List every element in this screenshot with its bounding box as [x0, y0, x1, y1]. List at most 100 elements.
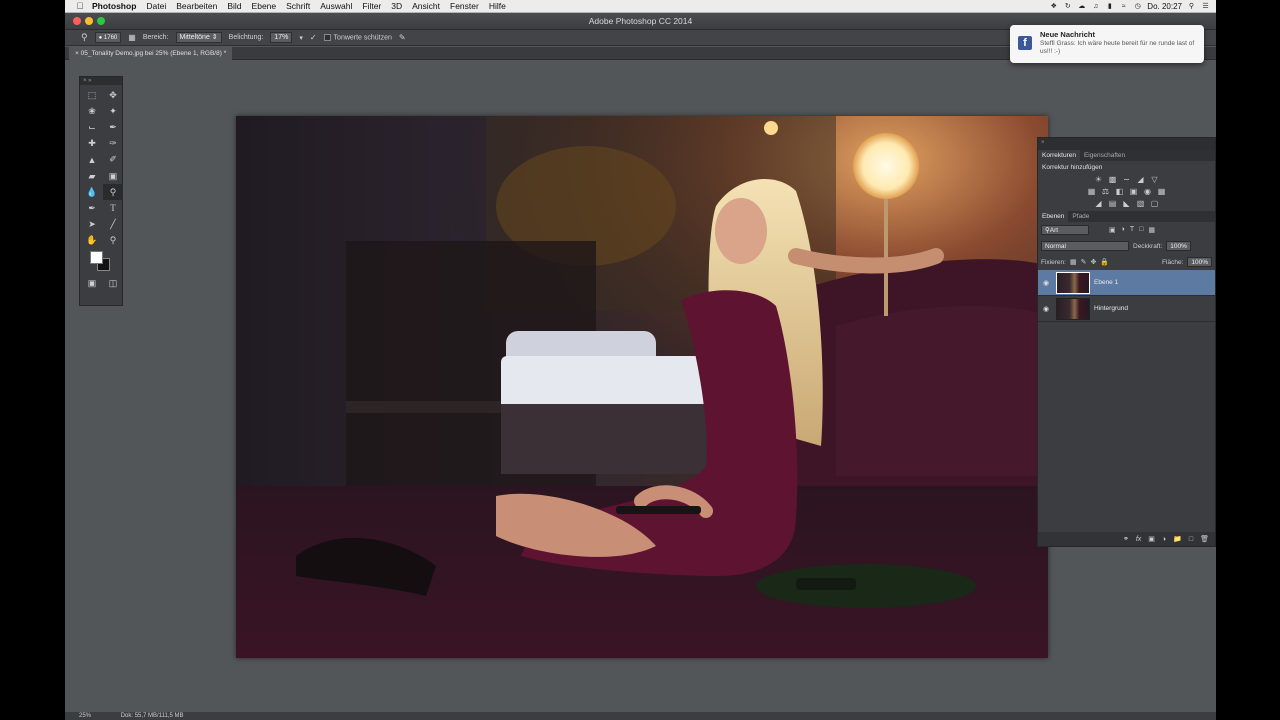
- menu-datei[interactable]: Datei: [141, 1, 171, 11]
- invert-icon[interactable]: ◢: [1094, 199, 1103, 208]
- airbrush-icon[interactable]: ✓: [310, 33, 317, 42]
- crop-tool-icon[interactable]: ⌙: [82, 119, 102, 135]
- panel-close-icon[interactable]: ×: [1038, 138, 1045, 150]
- marquee-tool-icon[interactable]: ⬚: [82, 87, 102, 103]
- tab-eigenschaften[interactable]: Eigenschaften: [1080, 150, 1129, 161]
- pen-tool-icon[interactable]: ✒: [82, 200, 102, 216]
- filter-adjustment-icon[interactable]: ◑: [1121, 226, 1125, 234]
- tab-korrekturen[interactable]: Korrekturen: [1038, 150, 1080, 161]
- notification-center-icon[interactable]: ☰: [1201, 2, 1210, 11]
- brush-preset-picker[interactable]: ● 1760: [94, 32, 122, 43]
- clock[interactable]: Do. 20:27: [1147, 2, 1182, 11]
- lock-pixels-icon[interactable]: ✎: [1081, 258, 1087, 266]
- exposure-icon[interactable]: ◢: [1136, 175, 1145, 184]
- eraser-tool-icon[interactable]: ▰: [82, 168, 102, 184]
- hand-tool-icon[interactable]: ✋: [82, 233, 102, 249]
- exposure-input[interactable]: 17%: [270, 32, 293, 43]
- menu-ebene[interactable]: Ebene: [247, 1, 282, 11]
- curves-icon[interactable]: ∼: [1122, 175, 1131, 184]
- color-lookup-icon[interactable]: ▦: [1157, 187, 1166, 196]
- zoom-tool-icon[interactable]: ⚲: [103, 233, 123, 249]
- black-white-icon[interactable]: ◧: [1115, 187, 1124, 196]
- move-tool-icon[interactable]: ✥: [103, 87, 123, 103]
- menu-hilfe[interactable]: Hilfe: [484, 1, 511, 11]
- tools-panel-header[interactable]: × »: [80, 77, 122, 85]
- tab-ebenen[interactable]: Ebenen: [1038, 211, 1069, 222]
- type-tool-icon[interactable]: T: [103, 200, 123, 216]
- line-tool-icon[interactable]: ╱: [103, 217, 123, 233]
- filter-pixel-icon[interactable]: ▣: [1109, 226, 1116, 234]
- layer-visibility-eye-icon[interactable]: ◉: [1038, 305, 1054, 313]
- dodge-tool-icon[interactable]: ⚲: [103, 184, 123, 201]
- dodge-tool-icon[interactable]: ⚲: [81, 32, 88, 43]
- menu-3d[interactable]: 3D: [386, 1, 407, 11]
- menu-bearbeiten[interactable]: Bearbeiten: [171, 1, 222, 11]
- fill-input[interactable]: 100%: [1187, 257, 1212, 267]
- lock-all-icon[interactable]: 🔒: [1100, 258, 1109, 266]
- document-canvas[interactable]: [236, 116, 1048, 658]
- menu-fenster[interactable]: Fenster: [445, 1, 484, 11]
- lock-position-icon[interactable]: ✥: [1090, 258, 1096, 266]
- menu-filter[interactable]: Filter: [357, 1, 386, 11]
- quick-mask-icon[interactable]: ▣: [82, 277, 102, 291]
- new-adjustment-layer-icon[interactable]: ◑: [1162, 536, 1166, 543]
- healing-brush-tool-icon[interactable]: ✚: [82, 136, 102, 152]
- gradient-tool-icon[interactable]: ▣: [103, 168, 123, 184]
- brightness-contrast-icon[interactable]: ☀: [1094, 175, 1103, 184]
- wifi-icon[interactable]: ≈: [1119, 2, 1128, 11]
- tab-pfade[interactable]: Pfade: [1068, 211, 1093, 222]
- blur-tool-icon[interactable]: 💧: [82, 184, 102, 200]
- add-mask-icon[interactable]: ▣: [1148, 535, 1155, 543]
- hue-saturation-icon[interactable]: ▦: [1087, 187, 1096, 196]
- brush-panel-icon[interactable]: ▦: [128, 33, 136, 42]
- notification-banner[interactable]: f Neue Nachricht Steffi Grass: Ich wäre …: [1010, 25, 1204, 63]
- layer-filter-select[interactable]: ⚲Art: [1041, 225, 1089, 235]
- layer-row-hintergrund[interactable]: ◉ Hintergrund: [1038, 296, 1215, 322]
- quick-selection-tool-icon[interactable]: ✦: [103, 103, 123, 119]
- layer-row-ebene-1[interactable]: ◉ Ebene 1: [1038, 270, 1215, 296]
- layer-style-icon[interactable]: fx: [1136, 536, 1141, 543]
- filter-type-icon[interactable]: T: [1130, 226, 1134, 234]
- layer-visibility-eye-icon[interactable]: ◉: [1038, 279, 1054, 287]
- new-layer-icon[interactable]: □: [1189, 536, 1193, 543]
- threshold-icon[interactable]: ◣: [1122, 199, 1131, 208]
- volume-icon[interactable]: ♫: [1091, 2, 1100, 11]
- pressure-icon[interactable]: ✎: [399, 33, 406, 42]
- menu-ansicht[interactable]: Ansicht: [407, 1, 445, 11]
- vibrance-icon[interactable]: ▽: [1150, 175, 1159, 184]
- path-selection-tool-icon[interactable]: ➤: [82, 217, 102, 233]
- clone-stamp-tool-icon[interactable]: ▲: [82, 152, 102, 168]
- link-layers-icon[interactable]: ⚭: [1123, 535, 1129, 543]
- gradient-map-icon[interactable]: ▢: [1150, 199, 1159, 208]
- time-machine-icon[interactable]: ◷: [1133, 2, 1142, 11]
- range-select[interactable]: Mitteltöne ⇕: [175, 32, 222, 43]
- opacity-input[interactable]: 100%: [1166, 241, 1191, 251]
- menu-auswahl[interactable]: Auswahl: [315, 1, 357, 11]
- selective-color-icon[interactable]: ▧: [1136, 199, 1145, 208]
- zoom-level[interactable]: 25%: [79, 713, 91, 719]
- filter-shape-icon[interactable]: □: [1139, 226, 1143, 234]
- new-group-icon[interactable]: 📁: [1173, 535, 1182, 543]
- brush-tool-icon[interactable]: ✑: [103, 136, 123, 152]
- lasso-tool-icon[interactable]: ❀: [82, 103, 102, 119]
- channel-mixer-icon[interactable]: ◉: [1143, 187, 1152, 196]
- blend-mode-select[interactable]: Normal: [1041, 241, 1129, 251]
- cloud-icon[interactable]: ☁: [1077, 2, 1086, 11]
- exposure-dropdown-icon[interactable]: ▾: [299, 34, 303, 42]
- protect-tones-checkbox[interactable]: Tonwerte schützen: [323, 33, 392, 41]
- screen-mode-icon[interactable]: ◫: [103, 277, 123, 291]
- menu-app[interactable]: Photoshop: [87, 1, 141, 11]
- lock-transparent-icon[interactable]: ▦: [1070, 258, 1077, 266]
- color-balance-icon[interactable]: ⚖: [1101, 187, 1110, 196]
- menu-bild[interactable]: Bild: [222, 1, 246, 11]
- history-brush-tool-icon[interactable]: ✐: [103, 152, 123, 168]
- sync-icon[interactable]: ↻: [1063, 2, 1072, 11]
- spotlight-icon[interactable]: ⚲: [1187, 2, 1196, 11]
- dropbox-icon[interactable]: ❖: [1049, 2, 1058, 11]
- eyedropper-tool-icon[interactable]: ✒: [103, 119, 123, 135]
- document-tab[interactable]: × 05_Tonality Demo.jpg bei 25% (Ebene 1,…: [69, 47, 233, 60]
- photo-filter-icon[interactable]: ▣: [1129, 187, 1138, 196]
- foreground-color-swatch[interactable]: [90, 250, 103, 264]
- battery-icon[interactable]: ▮: [1105, 2, 1114, 11]
- menu-schrift[interactable]: Schrift: [281, 1, 315, 11]
